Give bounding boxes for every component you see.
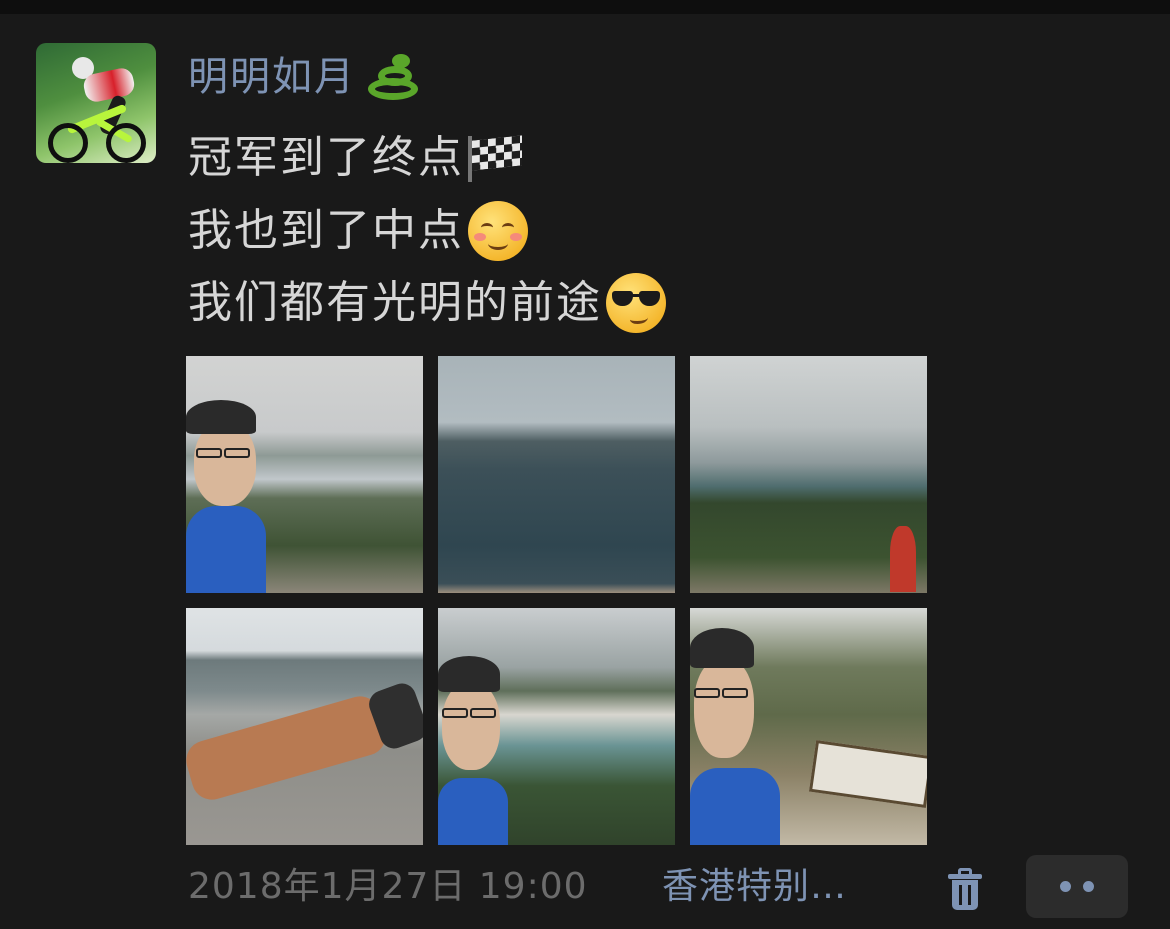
more-dots-icon [1083,881,1094,892]
sunglasses-face-emoji-icon [606,273,666,333]
post-text: 冠军到了终点 [188,132,464,183]
post-text-line-3: 我们都有光明的前途 [188,272,666,334]
post-text-line-1: 冠军到了终点 [188,127,524,189]
photo-selfie-bay-view[interactable] [438,608,675,845]
post-text: 我们都有光明的前途 [188,277,602,328]
photo-selfie-lake-view[interactable] [186,356,423,593]
photo-selfie-signpost[interactable] [690,608,927,845]
more-dots-icon [1060,881,1071,892]
author-name[interactable]: 明明如月 [188,50,356,104]
post-location[interactable]: 香港特别… [662,862,847,912]
snake-emoji-icon [362,50,422,104]
photo-beach-arm-tattoo[interactable] [186,608,423,845]
more-options-button[interactable] [1026,855,1128,918]
checkered-flag-emoji-icon [466,134,524,182]
photo-hiking-trail-view[interactable] [690,356,927,593]
post-timestamp: 2018年1月27日 19:00 [188,866,588,907]
author-name-row[interactable]: 明明如月 [188,50,422,104]
photo-sea-view[interactable] [438,356,675,593]
trash-icon[interactable] [946,868,984,912]
smiling-face-emoji-icon [468,201,528,261]
post-text-line-2: 我也到了中点 [188,200,528,262]
avatar-bike-wheel [106,123,146,163]
top-bar [0,0,1170,14]
post-text: 我也到了中点 [188,205,464,256]
avatar[interactable] [36,43,156,163]
avatar-bike-wheel [48,123,88,163]
